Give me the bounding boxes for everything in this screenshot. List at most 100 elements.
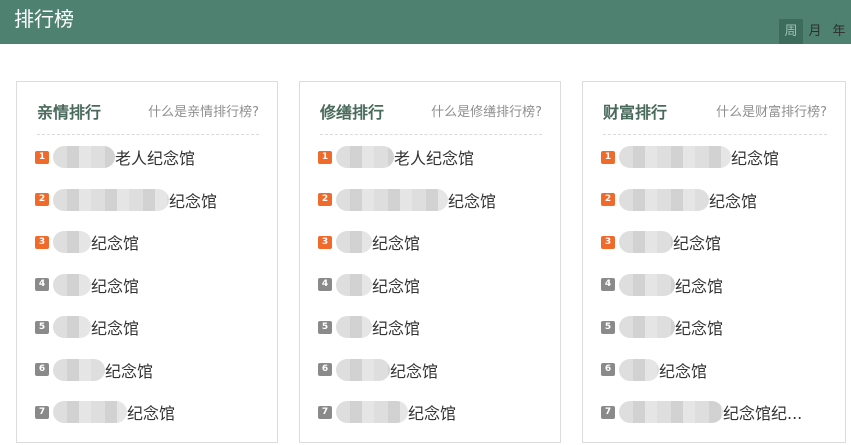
help-link[interactable]: 什么是亲情排行榜? (148, 101, 259, 120)
ranking-item[interactable]: 5 纪念馆 (601, 306, 835, 349)
memorial-name-suffix: 纪念馆 (731, 149, 780, 169)
memorial-name-suffix: 纪念馆 (91, 319, 140, 339)
ranking-item[interactable]: 2 纪念馆 (601, 179, 835, 222)
rank-badge: 1 (601, 150, 615, 164)
ranking-item[interactable]: 5 纪念馆 (35, 306, 267, 349)
blurred-name (619, 231, 673, 254)
ranking-item[interactable]: 6 纪念馆 (318, 349, 550, 392)
panel-header: 财富排行 什么是财富排行榜? (603, 96, 827, 135)
blurred-name (619, 401, 723, 424)
tab-year[interactable]: 年 (827, 19, 851, 44)
blurred-name (619, 358, 659, 381)
blurred-name (619, 316, 675, 339)
blurred-name (53, 273, 91, 296)
ranking-item[interactable]: 4 纪念馆 (318, 264, 550, 307)
rank-badge: 2 (35, 193, 49, 207)
tab-month[interactable]: 月 (803, 19, 827, 44)
blurred-name (336, 316, 372, 339)
ranking-item[interactable]: 2 纪念馆 (35, 179, 267, 222)
blurred-name (336, 231, 372, 254)
memorial-name-suffix: 纪念馆 (105, 361, 154, 381)
memorial-name-suffix: 纪念馆 (709, 191, 758, 211)
blurred-name (336, 188, 448, 211)
ranking-panel-repair: 修缮排行 什么是修缮排行榜? 1 老人纪念馆 2 纪念馆 3 纪念馆 4 纪念馆 5 纪念… (299, 81, 561, 443)
ranking-item[interactable]: 1 纪念馆 (601, 136, 835, 179)
ranking-panel-wealth: 财富排行 什么是财富排行榜? 1 纪念馆 2 纪念馆 3 纪念馆 4 纪念馆 5 纪念馆 … (582, 81, 846, 443)
ranking-item[interactable]: 2 纪念馆 (318, 179, 550, 222)
help-link[interactable]: 什么是财富排行榜? (716, 101, 827, 120)
ranking-item[interactable]: 3 纪念馆 (318, 221, 550, 264)
blurred-name (336, 401, 408, 424)
ranking-panel-family: 亲情排行 什么是亲情排行榜? 1 老人纪念馆 2 纪念馆 3 纪念馆 4 纪念馆 5 纪念… (16, 81, 278, 443)
rank-badge: 7 (318, 405, 332, 419)
memorial-name-suffix: 老人纪念馆 (394, 149, 475, 169)
tab-week[interactable]: 周 (779, 19, 803, 44)
memorial-name-suffix: 纪念馆 (408, 404, 457, 424)
ranking-item[interactable]: 6 纪念馆 (601, 349, 835, 392)
page-header: 排行榜 周 月 年 (0, 0, 851, 44)
rank-badge: 5 (35, 320, 49, 334)
rank-badge: 2 (318, 193, 332, 207)
rank-badge: 4 (35, 278, 49, 292)
blurred-name (53, 316, 91, 339)
ranking-item[interactable]: 5 纪念馆 (318, 306, 550, 349)
ranking-item[interactable]: 7 纪念馆 (35, 391, 267, 434)
blurred-name (336, 273, 372, 296)
memorial-name-suffix: 纪念馆 (372, 276, 421, 296)
panel-title: 财富排行 (603, 103, 668, 122)
ranking-item[interactable]: 7 纪念馆纪... (601, 391, 835, 434)
rank-badge: 4 (318, 278, 332, 292)
rank-badge: 1 (35, 150, 49, 164)
blurred-name (53, 358, 105, 381)
ranking-list: 1 老人纪念馆 2 纪念馆 3 纪念馆 4 纪念馆 5 纪念馆 6 纪念馆 7 纪念馆 (35, 136, 267, 434)
rank-badge: 1 (318, 150, 332, 164)
memorial-name-suffix: 纪念馆 (675, 276, 724, 296)
help-link[interactable]: 什么是修缮排行榜? (431, 101, 542, 120)
panel-header: 亲情排行 什么是亲情排行榜? (37, 96, 259, 135)
page-title: 排行榜 (14, 7, 74, 31)
rank-badge: 6 (35, 363, 49, 377)
memorial-name-suffix: 纪念馆 (91, 276, 140, 296)
rank-badge: 2 (601, 193, 615, 207)
memorial-name-suffix: 老人纪念馆 (115, 149, 196, 169)
ranking-item[interactable]: 3 纪念馆 (35, 221, 267, 264)
rank-badge: 6 (601, 363, 615, 377)
memorial-name-suffix: 纪念馆 (372, 234, 421, 254)
ranking-item[interactable]: 4 纪念馆 (35, 264, 267, 307)
memorial-name-suffix: 纪念馆 (448, 191, 497, 211)
panel-title: 亲情排行 (37, 103, 102, 122)
ranking-item[interactable]: 1 老人纪念馆 (35, 136, 267, 179)
blurred-name (619, 146, 731, 169)
rank-badge: 6 (318, 363, 332, 377)
period-tabs: 周 月 年 (779, 19, 851, 44)
ranking-list: 1 老人纪念馆 2 纪念馆 3 纪念馆 4 纪念馆 5 纪念馆 6 纪念馆 7 纪念馆 (318, 136, 550, 434)
memorial-name-suffix: 纪念馆 (673, 234, 722, 254)
blurred-name (336, 146, 394, 169)
memorial-name-suffix: 纪念馆 (372, 319, 421, 339)
blurred-name (53, 231, 91, 254)
rank-badge: 3 (318, 235, 332, 249)
ranking-list: 1 纪念馆 2 纪念馆 3 纪念馆 4 纪念馆 5 纪念馆 6 纪念馆 7 纪念馆纪... (601, 136, 835, 434)
blurred-name (53, 188, 169, 211)
rank-badge: 7 (601, 405, 615, 419)
memorial-name-suffix: 纪念馆 (169, 191, 218, 211)
rank-badge: 4 (601, 278, 615, 292)
memorial-name-suffix: 纪念馆 (675, 319, 724, 339)
rank-badge: 5 (601, 320, 615, 334)
ranking-item[interactable]: 3 纪念馆 (601, 221, 835, 264)
memorial-name-suffix: 纪念馆纪... (723, 404, 803, 424)
ranking-item[interactable]: 6 纪念馆 (35, 349, 267, 392)
panel-title: 修缮排行 (320, 103, 385, 122)
rank-badge: 7 (35, 405, 49, 419)
ranking-item[interactable]: 4 纪念馆 (601, 264, 835, 307)
blurred-name (53, 401, 127, 424)
memorial-name-suffix: 纪念馆 (127, 404, 176, 424)
blurred-name (336, 358, 390, 381)
blurred-name (619, 273, 675, 296)
blurred-name (53, 146, 115, 169)
ranking-item[interactable]: 7 纪念馆 (318, 391, 550, 434)
rank-badge: 3 (601, 235, 615, 249)
memorial-name-suffix: 纪念馆 (659, 361, 708, 381)
ranking-item[interactable]: 1 老人纪念馆 (318, 136, 550, 179)
rank-badge: 5 (318, 320, 332, 334)
